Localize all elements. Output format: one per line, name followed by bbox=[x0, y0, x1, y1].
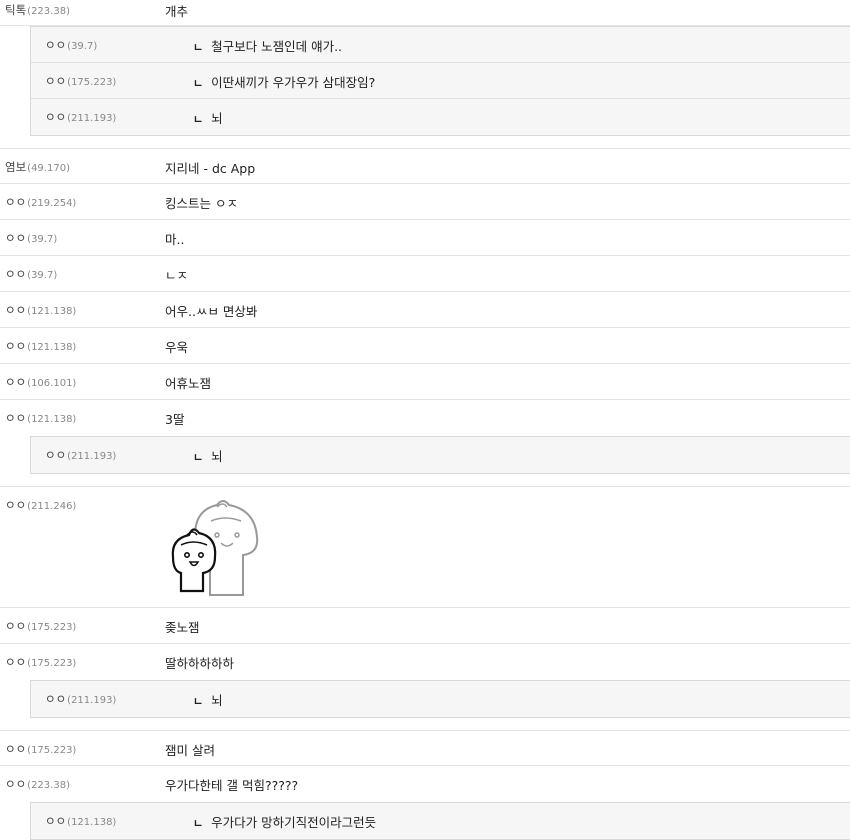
comment-row: 염보(49.170) 지리네 - dc App bbox=[0, 148, 850, 184]
comment-text: 잼미 살려 bbox=[165, 743, 215, 758]
reply-text: ㄴ뇌 bbox=[193, 693, 223, 708]
comment-text: 킹스트는 ㅇㅈ bbox=[165, 196, 238, 211]
comment-author[interactable]: ㅇㅇ(175.223) bbox=[5, 618, 76, 634]
comment-row: 틱톡(223.38) 개추 bbox=[0, 0, 850, 26]
comment-row: ㅇㅇ(39.7) ㄴㅈ bbox=[0, 256, 850, 292]
reply-arrow-icon: ㄴ bbox=[193, 41, 204, 54]
comment-text: 개추 bbox=[165, 4, 189, 19]
comment-author[interactable]: ㅇㅇ(39.7) bbox=[5, 266, 57, 282]
reply-text: ㄴ뇌 bbox=[193, 449, 223, 464]
reply-row: ㅇㅇ(211.193) ㄴ뇌 bbox=[31, 437, 850, 473]
reply-row: ㅇㅇ(211.193) ㄴ뇌 bbox=[31, 681, 850, 717]
comment-text: 우가다한테 갤 먹힘????? bbox=[165, 778, 299, 793]
comment-text: 마.. bbox=[165, 232, 185, 247]
comment-row: ㅇㅇ(223.38) 우가다한테 갤 먹힘????? bbox=[0, 766, 850, 802]
reply-author[interactable]: ㅇㅇ(39.7) bbox=[45, 37, 97, 53]
reply-row: ㅇㅇ(211.193) ㄴ뇌 bbox=[31, 99, 850, 135]
reply-author[interactable]: ㅇㅇ(211.193) bbox=[45, 691, 116, 707]
reply-arrow-icon: ㄴ bbox=[193, 817, 204, 830]
comment-row: ㅇㅇ(106.101) 어휴노잼 bbox=[0, 364, 850, 400]
reply-group: ㅇㅇ(39.7) ㄴ 철구보다 노잼인데 얘가.. ㅇㅇ(175.223) ㄴ 이딴… bbox=[30, 26, 850, 136]
reply-text: ㄴ 이딴새끼가 우가우가 삼대장임? bbox=[193, 75, 376, 90]
comment-row: ㅇㅇ(175.223) 좆노잼 bbox=[0, 608, 850, 644]
comment-author[interactable]: 틱톡(223.38) bbox=[5, 2, 70, 18]
comment-author[interactable]: ㅇㅇ(219.254) bbox=[5, 194, 76, 210]
reply-row: ㅇㅇ(39.7) ㄴ 철구보다 노잼인데 얘가.. bbox=[31, 27, 850, 63]
comment-row: ㅇㅇ(175.223) 잼미 살려 bbox=[0, 730, 850, 766]
reply-row: ㅇㅇ(175.223) ㄴ 이딴새끼가 우가우가 삼대장임? bbox=[31, 63, 850, 99]
reply-text: ㄴ 우가다가 망하기직전이라그런듯 bbox=[193, 815, 377, 830]
comment-row: ㅇㅇ(175.223) 딸하하하하하 bbox=[0, 644, 850, 680]
comment-text: 3딸 bbox=[165, 412, 185, 427]
comment-author[interactable]: ㅇㅇ(121.138) bbox=[5, 338, 76, 354]
reply-row: ㅇㅇ(121.138) ㄴ 우가다가 망하기직전이라그런듯 bbox=[31, 803, 850, 839]
comment-text: 우욱 bbox=[165, 340, 189, 355]
comment-row: ㅇㅇ(121.138) 어우..ㅆㅂ 면상봐 bbox=[0, 292, 850, 328]
comment-author[interactable]: ㅇㅇ(121.138) bbox=[5, 410, 76, 426]
comment-author[interactable]: ㅇㅇ(211.246) bbox=[5, 497, 76, 513]
comment-row: ㅇㅇ(211.246) bbox=[0, 486, 850, 608]
reply-arrow-icon: ㄴ bbox=[193, 113, 204, 126]
comment-text: 좆노잼 bbox=[165, 620, 200, 635]
reply-arrow-icon: ㄴ bbox=[193, 695, 204, 708]
comment-author[interactable]: ㅇㅇ(39.7) bbox=[5, 230, 57, 246]
reply-text: ㄴ뇌 bbox=[193, 111, 223, 126]
comment-text: 딸하하하하하 bbox=[165, 656, 235, 671]
reply-author[interactable]: ㅇㅇ(175.223) bbox=[45, 73, 116, 89]
comment-author[interactable]: 염보(49.170) bbox=[5, 159, 70, 175]
comment-text: ㄴㅈ bbox=[165, 268, 189, 283]
reply-author[interactable]: ㅇㅇ(211.193) bbox=[45, 109, 116, 125]
comment-list: 틱톡(223.38) 개추 ㅇㅇ(39.7) ㄴ 철구보다 노잼인데 얘가.. ㅇ… bbox=[0, 0, 850, 840]
comment-row: ㅇㅇ(39.7) 마.. bbox=[0, 220, 850, 256]
comment-author[interactable]: ㅇㅇ(223.38) bbox=[5, 776, 70, 792]
comment-row: ㅇㅇ(219.254) 킹스트는 ㅇㅈ bbox=[0, 184, 850, 220]
comment-text: 어휴노잼 bbox=[165, 376, 212, 391]
reply-group: ㅇㅇ(211.193) ㄴ뇌 bbox=[30, 436, 850, 474]
comment-author[interactable]: ㅇㅇ(121.138) bbox=[5, 302, 76, 318]
comment-text: 어우..ㅆㅂ 면상봐 bbox=[165, 304, 258, 319]
comment-author[interactable]: ㅇㅇ(175.223) bbox=[5, 741, 76, 757]
comment-text: 지리네 - dc App bbox=[165, 161, 256, 176]
reply-text: ㄴ 철구보다 노잼인데 얘가.. bbox=[193, 39, 343, 54]
reply-group: ㅇㅇ(211.193) ㄴ뇌 bbox=[30, 680, 850, 718]
comment-row: ㅇㅇ(121.138) 3딸 bbox=[0, 400, 850, 436]
comment-author[interactable]: ㅇㅇ(106.101) bbox=[5, 374, 76, 390]
comment-author[interactable]: ㅇㅇ(175.223) bbox=[5, 654, 76, 670]
dumpling-sticker-icon[interactable] bbox=[165, 495, 265, 600]
reply-group: ㅇㅇ(121.138) ㄴ 우가다가 망하기직전이라그런듯 bbox=[30, 802, 850, 840]
comment-row: ㅇㅇ(121.138) 우욱 bbox=[0, 328, 850, 364]
reply-arrow-icon: ㄴ bbox=[193, 77, 204, 90]
reply-author[interactable]: ㅇㅇ(211.193) bbox=[45, 447, 116, 463]
reply-author[interactable]: ㅇㅇ(121.138) bbox=[45, 813, 116, 829]
reply-arrow-icon: ㄴ bbox=[193, 451, 204, 464]
